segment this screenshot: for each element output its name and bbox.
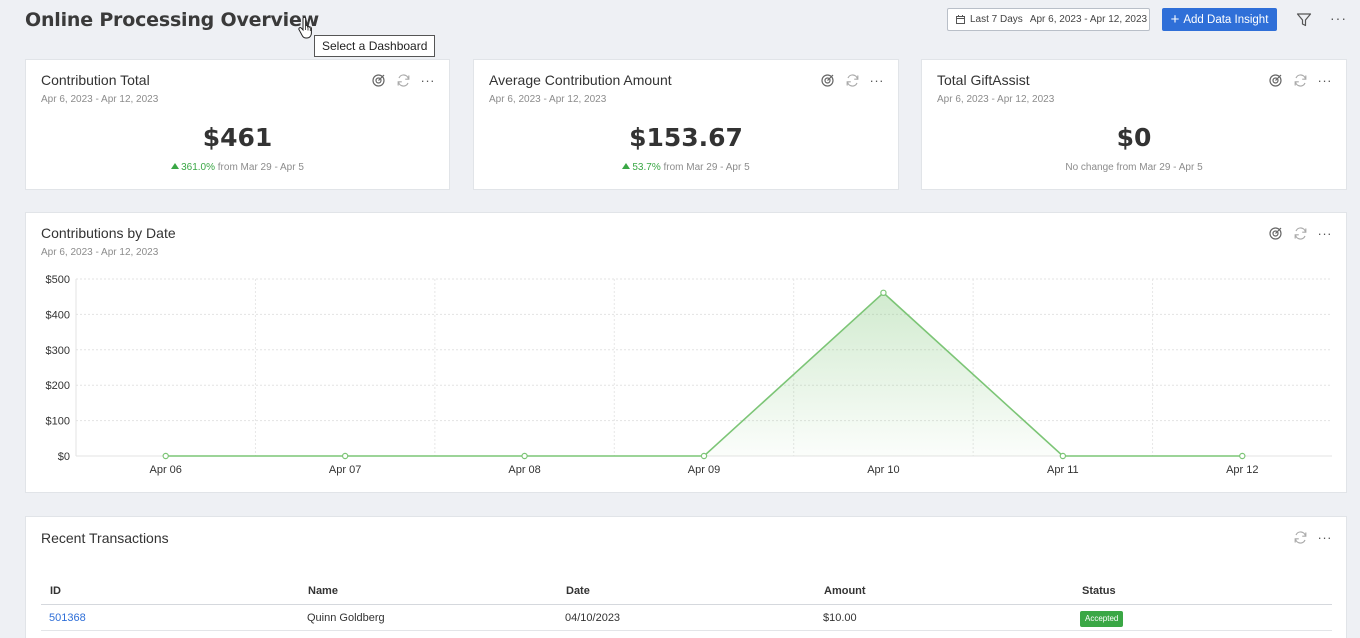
kpi-card-total-giftassist: Total GiftAssist Apr 6, 2023 - Apr 12, 2… — [921, 59, 1347, 190]
data-point — [880, 289, 887, 297]
table-header: ID Name Date Amount Status — [41, 581, 1332, 605]
add-data-insight-label: Add Data Insight — [1183, 13, 1269, 26]
status-badge: Accepted — [1080, 611, 1124, 627]
x-tick-label: Apr 08 — [508, 464, 540, 476]
y-tick-label: $400 — [46, 309, 70, 321]
column-header-id[interactable]: ID — [50, 581, 61, 601]
refresh-icon[interactable] — [1293, 530, 1308, 545]
y-tick-label: $300 — [46, 345, 70, 357]
kpi-card-contribution-total: Contribution Total Apr 6, 2023 - Apr 12,… — [25, 59, 450, 190]
x-tick-label: Apr 12 — [1226, 464, 1258, 476]
more-options-icon[interactable]: ··· — [1330, 10, 1347, 26]
table-row — [41, 632, 1332, 638]
x-tick-label: Apr 10 — [867, 464, 899, 476]
arrow-up-icon — [622, 163, 631, 169]
card-title: Contribution Total — [41, 72, 150, 88]
y-tick-label: $100 — [46, 416, 70, 428]
transaction-id-link[interactable]: 501368 — [49, 605, 86, 631]
y-tick-label: $200 — [46, 380, 70, 392]
chart-card-contributions-by-date: Contributions by Date Apr 6, 2023 - Apr … — [25, 212, 1347, 493]
filter-icon[interactable] — [1296, 12, 1312, 28]
x-tick-label: Apr 06 — [150, 464, 182, 476]
series-line — [165, 291, 1243, 457]
more-options-icon[interactable]: ··· — [1318, 530, 1333, 545]
kpi-change: No change from Mar 29 - Apr 5 — [922, 162, 1346, 173]
refresh-icon[interactable] — [396, 73, 411, 88]
date-preset-label: Last 7 Days — [970, 14, 1023, 25]
kpi-change-text: from Mar 29 - Apr 5 — [660, 162, 750, 173]
more-options-icon[interactable]: ··· — [421, 73, 436, 88]
transaction-date: 04/10/2023 — [565, 612, 621, 624]
arrow-up-icon — [171, 163, 180, 169]
column-header-date[interactable]: Date — [566, 581, 590, 601]
page-header: Online Processing Overview Select a Dash… — [0, 0, 1360, 57]
date-range-label: Apr 6, 2023 - Apr 12, 2023 — [1029, 14, 1148, 25]
column-header-amount[interactable]: Amount — [824, 581, 866, 601]
target-icon[interactable] — [820, 73, 835, 88]
series-area — [165, 292, 1243, 456]
more-options-icon[interactable]: ··· — [870, 73, 885, 88]
recent-transactions-card: Recent Transactions ··· ID Name Date Amo… — [25, 516, 1347, 638]
y-tick-label: $500 — [46, 274, 70, 286]
data-point — [521, 452, 528, 460]
data-point — [700, 452, 708, 460]
add-data-insight-button[interactable]: + Add Data Insight — [1162, 8, 1277, 31]
kpi-value: $0 — [1116, 123, 1152, 152]
kpi-change-percent: 361.0% — [181, 162, 215, 173]
kpi-change: 53.7% from Mar 29 - Apr 5 — [474, 162, 898, 173]
kpi-value: $153.67 — [629, 123, 743, 152]
kpi-change-text: No change from Mar 29 - Apr 5 — [1065, 162, 1203, 173]
data-point — [1239, 452, 1246, 460]
contributions-line-chart: $0 $100 $200 $300 $400 $500 Apr 06 Apr 07 Apr 08… — [46, 274, 1332, 476]
column-header-name[interactable]: Name — [308, 581, 338, 601]
plus-icon: + — [1170, 11, 1180, 28]
more-options-icon[interactable]: ··· — [1318, 73, 1333, 88]
refresh-icon[interactable] — [845, 73, 860, 88]
data-point — [1059, 452, 1067, 460]
y-tick-label: $0 — [58, 451, 70, 463]
x-tick-label: Apr 11 — [1047, 464, 1079, 476]
transaction-amount: $10.00 — [823, 612, 857, 624]
dashboard-tooltip: Select a Dashboard — [314, 35, 436, 57]
data-point — [341, 452, 349, 460]
column-header-status[interactable]: Status — [1082, 581, 1116, 601]
table-row: 501368 Quinn Goldberg 04/10/2023 $10.00 … — [41, 605, 1332, 631]
x-tick-label: Apr 09 — [688, 464, 720, 476]
calendar-icon — [956, 15, 965, 24]
page-title[interactable]: Online Processing Overview — [25, 9, 319, 31]
transaction-name: Quinn Goldberg — [307, 612, 385, 624]
card-title: Average Contribution Amount — [489, 72, 672, 88]
target-icon[interactable] — [1268, 73, 1283, 88]
card-date-range: Apr 6, 2023 - Apr 12, 2023 — [489, 94, 607, 105]
card-title: Total GiftAssist — [937, 72, 1030, 88]
refresh-icon[interactable] — [1293, 73, 1308, 88]
date-range-button[interactable]: Last 7 Days Apr 6, 2023 - Apr 12, 2023 — [947, 8, 1150, 31]
target-icon[interactable] — [371, 73, 386, 88]
kpi-change-percent: 53.7% — [632, 162, 661, 173]
kpi-change-text: from Mar 29 - Apr 5 — [215, 162, 304, 173]
card-date-range: Apr 6, 2023 - Apr 12, 2023 — [937, 94, 1055, 105]
kpi-value: $461 — [202, 123, 273, 152]
data-point — [162, 452, 169, 460]
kpi-change: 361.0% from Mar 29 - Apr 5 — [26, 162, 449, 173]
x-tick-label: Apr 07 — [329, 464, 361, 476]
kpi-card-average-contribution: Average Contribution Amount Apr 6, 2023 … — [473, 59, 899, 190]
card-date-range: Apr 6, 2023 - Apr 12, 2023 — [41, 94, 159, 105]
card-title: Recent Transactions — [41, 530, 169, 546]
